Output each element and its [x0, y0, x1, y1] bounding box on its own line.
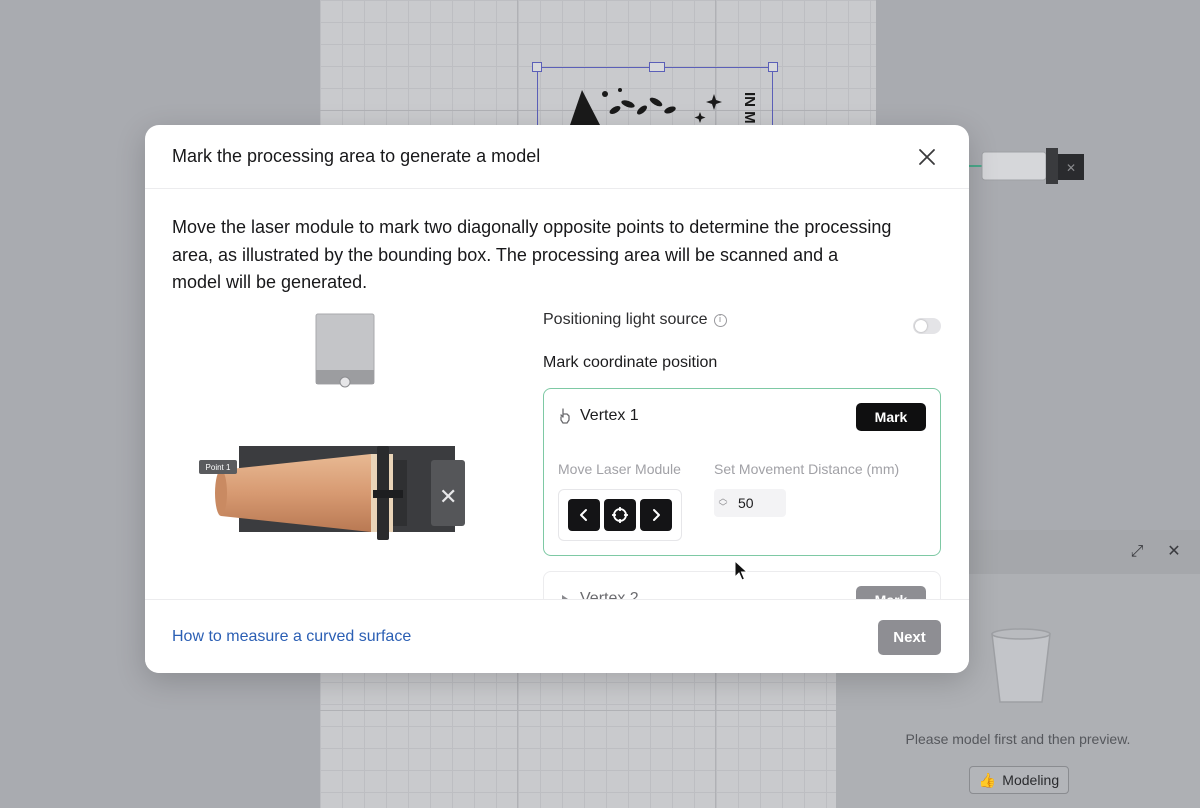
resize-handle[interactable] — [768, 62, 778, 72]
positioning-light-row: Positioning light source i — [543, 311, 941, 339]
curved-surface-help-link[interactable]: How to measure a curved surface — [172, 628, 411, 646]
close-icon[interactable] — [917, 147, 937, 167]
svg-text:✕: ✕ — [439, 485, 457, 510]
panel-close-icon[interactable]: ✕ — [1166, 544, 1182, 560]
point-label: Point 1 — [206, 463, 231, 472]
vertex-1-mark-button[interactable]: Mark — [856, 403, 926, 431]
info-icon[interactable]: i — [713, 313, 727, 327]
positioning-light-label: Positioning light source i — [543, 311, 727, 329]
vertex-1-header: Vertex 1 — [558, 407, 639, 425]
dialog-header: Mark the processing area to generate a m… — [145, 125, 969, 189]
movement-distance-label: Set Movement Distance (mm) — [714, 461, 900, 477]
hand-icon: 👍 — [978, 771, 997, 788]
dialog-footer: How to measure a curved surface Next — [145, 599, 969, 673]
mark-section-title: Mark coordinate position — [543, 354, 718, 371]
distance-stepper[interactable]: ︿ ﹀ — [714, 494, 732, 512]
vertex-2-mark-button[interactable]: Mark — [856, 586, 926, 599]
resize-handle[interactable] — [532, 62, 542, 72]
positioning-light-toggle[interactable] — [913, 318, 941, 334]
crosshair-icon — [612, 507, 628, 523]
chevron-left-icon — [580, 509, 587, 521]
move-laser-controls — [558, 489, 682, 541]
chevron-down-icon[interactable]: ﹀ — [718, 503, 727, 512]
laser-illustration: ✕ Point 1 — [199, 313, 465, 540]
movement-distance-value[interactable]: 50 — [738, 495, 754, 511]
artwork-text: IN M — [741, 92, 758, 124]
mark-area-dialog: Mark the processing area to generate a m… — [145, 125, 969, 673]
move-right-button[interactable] — [640, 499, 672, 531]
mark-controls: Positioning light source i Mark coordina… — [543, 311, 941, 599]
movement-distance-field[interactable]: ︿ ﹀ 50 — [714, 489, 786, 517]
next-button[interactable]: Next — [878, 620, 941, 655]
dialog-title: Mark the processing area to generate a m… — [172, 146, 541, 166]
move-home-button[interactable] — [604, 499, 636, 531]
expand-icon[interactable]: ⤢ — [1129, 544, 1145, 560]
chevron-right-icon — [653, 509, 660, 521]
move-left-button[interactable] — [568, 499, 600, 531]
caret-right-icon — [562, 595, 568, 599]
pointer-icon — [560, 408, 570, 424]
modeling-button-label: Modeling — [1002, 772, 1060, 788]
vertex-1-card: Vertex 1 Mark Move Laser Module Set Move… — [543, 388, 941, 556]
move-laser-label: Move Laser Module — [558, 461, 681, 477]
svg-text:✕: ✕ — [1066, 161, 1076, 175]
vertex-2-header[interactable]: Vertex 2 — [558, 590, 639, 599]
laser-module-preview: ✕ — [966, 148, 1084, 184]
dialog-body: Move the laser module to mark two diagon… — [145, 125, 969, 599]
vertex-2-title: Vertex 2 — [580, 590, 639, 599]
dialog-description: Move the laser module to mark two diagon… — [172, 217, 892, 292]
cup-icon — [991, 628, 1051, 703]
resize-handle[interactable] — [649, 62, 665, 72]
preview-empty-message: Please model first and then preview. — [905, 731, 1131, 747]
modeling-button[interactable]: 👍 Modeling — [969, 766, 1069, 794]
positioning-light-text: Positioning light source — [543, 311, 708, 328]
canvas-gridline — [320, 710, 876, 711]
engraving-artwork[interactable]: IN M — [560, 80, 760, 130]
vertex-1-title: Vertex 1 — [580, 407, 639, 424]
toggle-knob — [915, 320, 927, 332]
mouse-cursor-icon — [734, 560, 748, 581]
